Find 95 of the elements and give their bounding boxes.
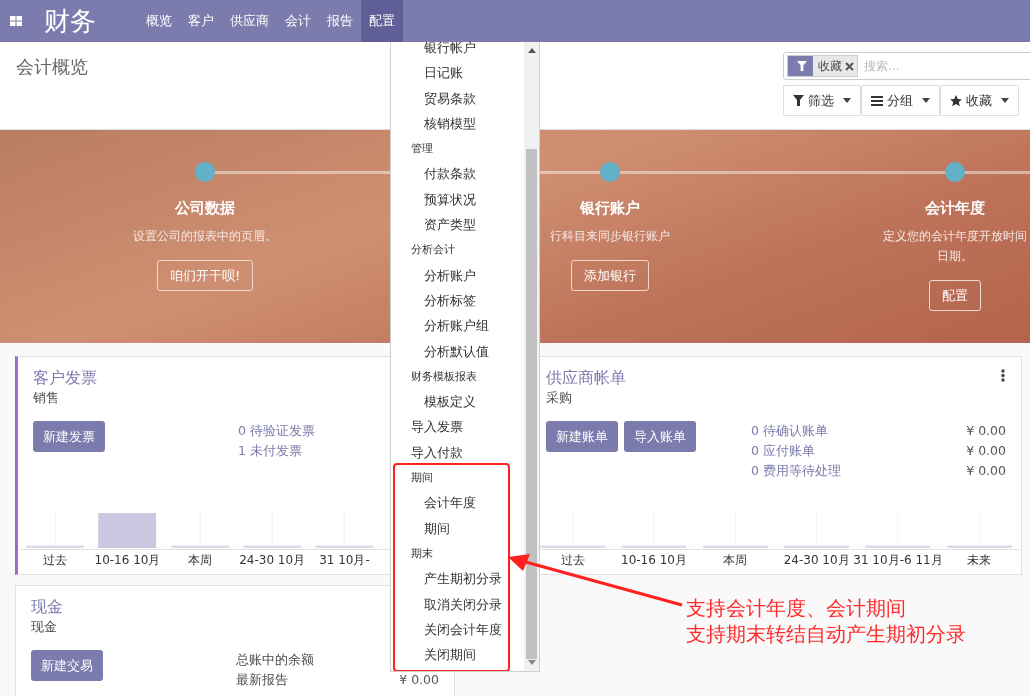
menu-item[interactable]: 分析默认值 xyxy=(391,338,524,364)
card-title[interactable]: 客户发票 xyxy=(33,367,97,389)
link[interactable]: 0 应付账单 xyxy=(751,441,815,461)
app-title: 财务 xyxy=(44,6,97,36)
menu-item[interactable]: 付款条款 xyxy=(391,161,524,187)
primary-button[interactable]: 新建交易 xyxy=(31,650,103,681)
primary-button[interactable]: 导入账单 xyxy=(624,421,696,452)
card-subtitle: 采购 xyxy=(546,389,572,407)
menu-item[interactable]: 会计年度 xyxy=(395,490,508,516)
kebab-menu-icon[interactable] xyxy=(1001,369,1005,382)
menu-item[interactable]: 分析账户 xyxy=(391,262,524,288)
menu-section-header: 期末 xyxy=(410,545,433,562)
annotation-text: 支持期末转结自动产生期初分录 xyxy=(686,622,966,648)
step-description: 设置公司的报表中的页眉。 xyxy=(133,228,277,245)
nav-menu-item[interactable]: 概览 xyxy=(138,0,180,42)
menu-item[interactable]: 模板定义 xyxy=(391,389,524,415)
caret-icon xyxy=(922,98,930,103)
step-title: 公司数据 xyxy=(175,198,235,218)
close-icon[interactable] xyxy=(845,61,854,71)
card-subtitle: 销售 xyxy=(33,389,59,407)
menu-item[interactable]: 日记账 xyxy=(391,60,524,86)
apps-grid-icon[interactable] xyxy=(10,16,22,26)
primary-button[interactable]: 新建账单 xyxy=(546,421,618,452)
axis-label: 本周 xyxy=(187,552,212,568)
amount: ¥ 0.00 xyxy=(966,422,1006,440)
dropdown-button[interactable]: 筛选 xyxy=(783,85,861,116)
menu-section-header: 期间 xyxy=(410,470,433,487)
menu-item[interactable]: 取消关闭分录 xyxy=(395,591,508,617)
menu-item[interactable]: 关闭期间 xyxy=(395,642,508,668)
card-title[interactable]: 现金 xyxy=(31,596,63,618)
step-title: 会计年度 xyxy=(925,198,985,218)
step-button[interactable]: 配置 xyxy=(929,280,981,311)
caret-icon xyxy=(1001,98,1009,103)
axis-label: 24-30 10月 xyxy=(239,552,306,568)
menu-item[interactable]: 分析标签 xyxy=(391,287,524,314)
step-description: 行科目来同步银行账户 xyxy=(550,228,670,245)
axis-label: 过去 xyxy=(560,552,585,568)
axis-label: 24-30 10月 xyxy=(783,552,850,568)
axis-label: 31 10月-6 11月 xyxy=(853,552,943,568)
nav-menu-item[interactable]: 供应商 xyxy=(222,0,277,42)
menu-item[interactable]: 预算状况 xyxy=(391,186,524,213)
axis-label: 未来 xyxy=(967,552,992,568)
menu-item[interactable]: 资产类型 xyxy=(391,212,524,238)
axis-label: 10-16 10月 xyxy=(94,552,161,568)
search-field[interactable]: 收藏 搜索... xyxy=(783,52,1030,80)
step-dot xyxy=(195,162,215,182)
amount: ¥ 0.00 xyxy=(966,442,1006,460)
nav-menu-item[interactable]: 客户 xyxy=(180,0,222,42)
step-description: 定义您的会计年度开放时间 xyxy=(883,228,1027,245)
card-title[interactable]: 供应商帐单 xyxy=(546,367,626,389)
menu-item[interactable]: 导入发票 xyxy=(391,414,524,440)
filter-icon xyxy=(796,61,807,71)
nav-menu-item[interactable]: 会计 xyxy=(277,0,319,42)
primary-button[interactable]: 新建发票 xyxy=(33,421,105,452)
card-subtitle: 现金 xyxy=(31,618,57,636)
row-label: 最新报告 xyxy=(236,671,288,689)
caret-icon xyxy=(843,98,851,103)
axis-label: 10-16 10月 xyxy=(621,552,687,568)
menu-section-header: 管理 xyxy=(410,141,433,158)
step-description: 日期。 xyxy=(937,248,973,265)
amount: ¥ 0.00 xyxy=(966,462,1006,480)
dropdown-button[interactable]: 收藏 xyxy=(940,85,1019,116)
link[interactable]: 0 待确认账单 xyxy=(751,421,828,441)
star-icon xyxy=(950,94,962,107)
link[interactable]: 0 费用等待处理 xyxy=(751,461,841,481)
axis-label: 31 10月- xyxy=(319,552,370,568)
menu-item[interactable]: 核销模型 xyxy=(391,110,524,137)
menu-item[interactable]: 分析账户组 xyxy=(391,313,524,339)
nav-menu-item[interactable]: 配置 xyxy=(361,0,403,42)
menu-item[interactable]: 贸易条款 xyxy=(391,85,524,111)
amount: ¥ 0.00 xyxy=(399,671,439,689)
step-dot xyxy=(945,162,965,182)
dropdown-button[interactable]: 分组 xyxy=(861,85,940,116)
page-title: 会计概览 xyxy=(16,55,88,79)
filter-icon xyxy=(793,95,804,106)
menu-item[interactable]: 关闭会计年度 xyxy=(395,616,508,643)
menu-section-header: 财务模板报表 xyxy=(410,368,477,385)
step-dot xyxy=(600,162,620,182)
link[interactable]: 0 待验证发票 xyxy=(238,421,315,441)
link[interactable]: 1 未付发票 xyxy=(238,441,302,461)
step-title: 银行账户 xyxy=(580,198,640,218)
menu-item[interactable]: 产生期初分录 xyxy=(395,566,508,592)
scrollbar[interactable] xyxy=(524,42,539,671)
menu-item[interactable]: 银行帐户 xyxy=(391,42,524,61)
list-icon xyxy=(871,95,883,106)
menu-item[interactable]: 期间 xyxy=(395,515,508,541)
menu-item[interactable]: 导入付款 xyxy=(391,439,524,466)
menu-section-header: 分析会计 xyxy=(410,242,455,259)
axis-label: 过去 xyxy=(43,552,68,568)
scroll-up-icon[interactable] xyxy=(527,48,536,53)
nav-menu-item[interactable]: 报告 xyxy=(319,0,361,42)
annotation-text: 支持会计年度、会计期间 xyxy=(686,596,906,622)
axis-label: 本周 xyxy=(723,552,748,568)
search-facet[interactable]: 收藏 xyxy=(787,55,858,77)
row-label: 总账中的余额 xyxy=(236,651,314,669)
